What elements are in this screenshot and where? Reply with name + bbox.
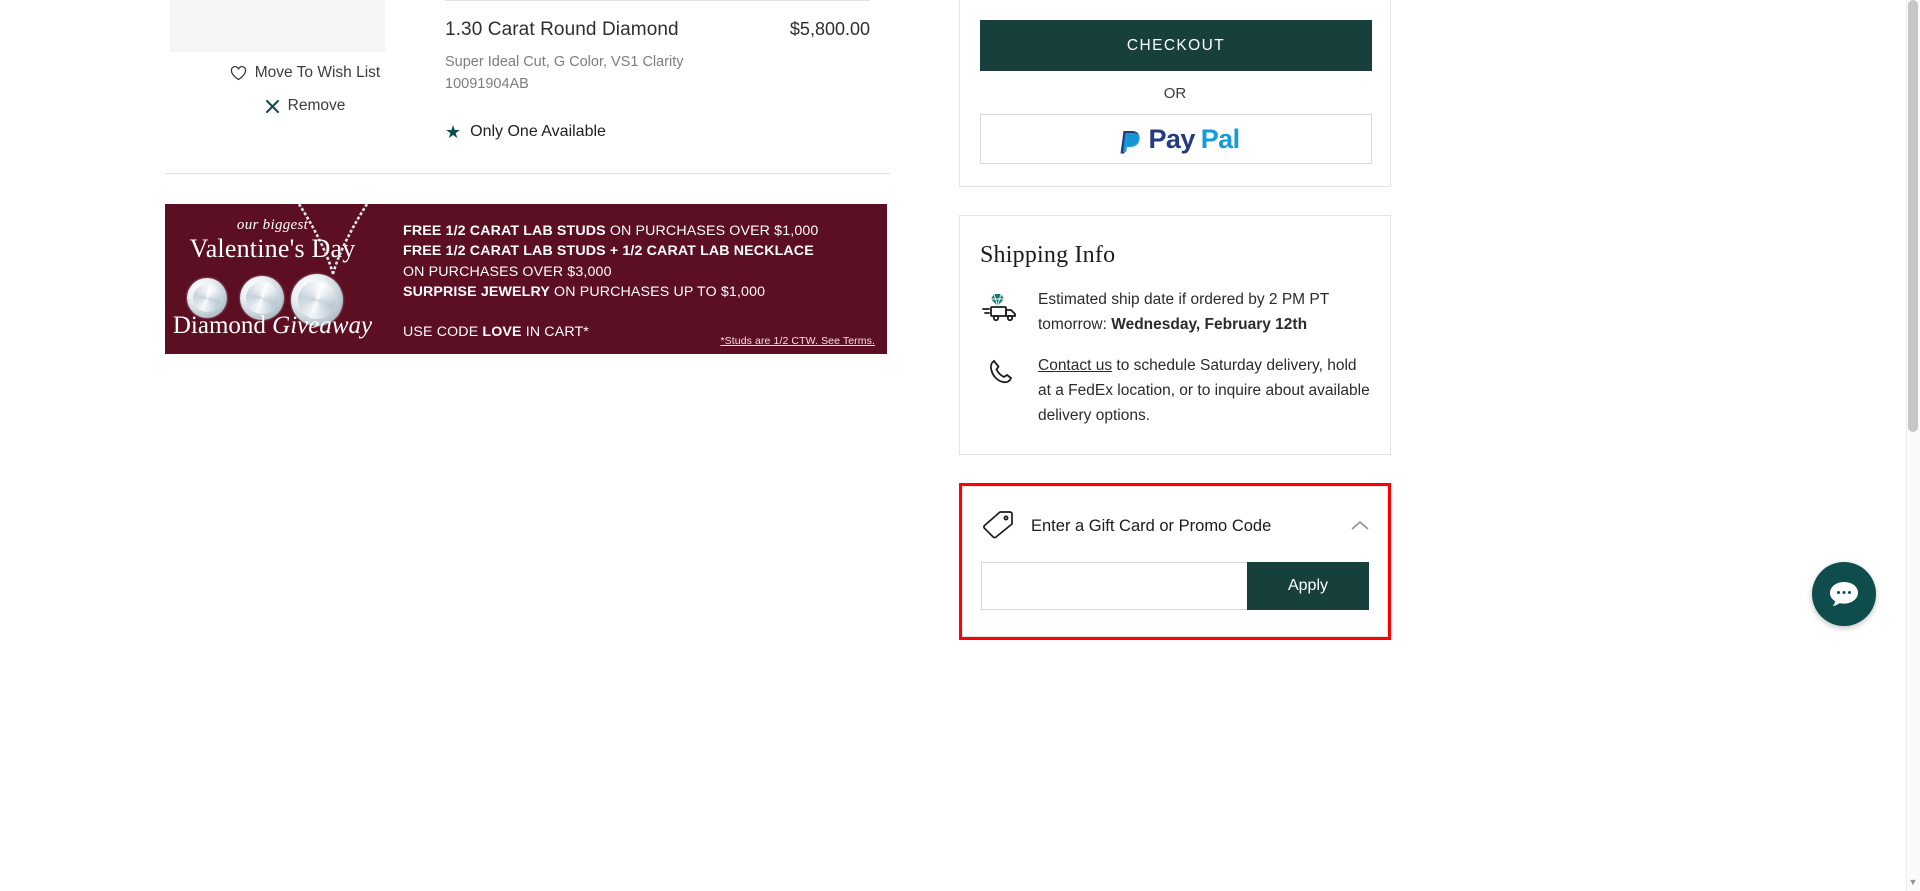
close-icon [265, 99, 280, 114]
banner-divider [165, 172, 890, 174]
paypal-button[interactable]: Pay Pal [980, 114, 1372, 164]
cart-item-media: Move To Wish List Remove [165, 0, 445, 141]
paypal-wordmark-pay: Pay [1148, 123, 1196, 154]
remove-item-label: Remove [287, 97, 346, 114]
banner-offer-line-1-rest: ON PURCHASES OVER $1,000 [605, 222, 819, 239]
remove-item-button[interactable]: Remove [165, 97, 445, 115]
chevron-up-icon[interactable] [1351, 518, 1369, 536]
item-title-row: 1.30 Carat Round Diamond $5,800.00 [445, 19, 870, 41]
total-row: Total $6,590.00 [980, 0, 1370, 4]
heart-icon [230, 65, 247, 81]
product-specs: Super Ideal Cut, G Color, VS1 Clarity [445, 54, 684, 70]
promo-code-title: Enter a Gift Card or Promo Code [1031, 517, 1272, 535]
promo-code-header[interactable]: Enter a Gift Card or Promo Code [963, 487, 1387, 562]
product-sku: 10091904AB [445, 76, 529, 93]
shipping-info-title: Shipping Info [980, 242, 1116, 268]
product-title[interactable]: 1.30 Carat Round Diamond [445, 19, 679, 41]
banner-subhead: Diamond Giveaway [173, 312, 372, 340]
product-price: $5,800.00 [789, 19, 870, 39]
banner-offer-line-2-bold: FREE 1/2 CARAT LAB STUDS + 1/2 CARAT LAB… [403, 243, 814, 260]
paypal-logo: Pay Pal [1113, 123, 1240, 156]
banner-code-prefix: USE CODE [403, 323, 483, 340]
move-to-wish-list-label: Move To Wish List [254, 64, 381, 81]
promo-code-highlight-box: Enter a Gift Card or Promo Code Apply [959, 483, 1391, 640]
banner-code-suffix: IN CART* [521, 323, 589, 340]
necklace-chain-icon [297, 203, 369, 275]
shipping-estimate-line-2-prefix: tomorrow: [1038, 316, 1112, 333]
scrollbar-thumb[interactable] [1908, 0, 1918, 432]
star-icon: ★ [445, 121, 462, 142]
cart-item: Move To Wish List Remove 1.30 Carat Roun… [165, 0, 890, 141]
banner-artwork: our biggest Valentine's Day Diamond Give… [165, 203, 380, 354]
availability-label: Only One Available [470, 122, 606, 140]
diamond-truck-icon [980, 287, 1022, 323]
paypal-icon [1120, 130, 1140, 153]
shipping-contact-text: Contact us to schedule Saturday delivery… [1038, 353, 1370, 428]
chat-widget-button[interactable] [1812, 562, 1876, 626]
or-separator-label: OR [1163, 85, 1187, 102]
promo-code-input[interactable] [981, 562, 1247, 610]
chat-bubble-icon [1830, 582, 1858, 607]
promo-code-body: Apply [963, 562, 1387, 636]
order-summary-column: Sales Tax Estimate i TBD Total $6,590.00… [959, 0, 1391, 640]
banner-code-value: LOVE [482, 323, 522, 340]
item-divider [445, 0, 870, 1]
cart-item-details: 1.30 Carat Round Diamond $5,800.00 Super… [445, 0, 890, 141]
banner-offer-text: FREE 1/2 CARAT LAB STUDS ON PURCHASES OV… [403, 221, 873, 340]
paypal-wordmark-pal: Pal [1200, 123, 1240, 154]
tag-icon [981, 509, 1015, 544]
banner-offer-line-1: FREE 1/2 CARAT LAB STUDS ON PURCHASES OV… [403, 221, 873, 242]
banner-offer-line-2: FREE 1/2 CARAT LAB STUDS + 1/2 CARAT LAB… [403, 241, 873, 262]
promo-code-card: Enter a Gift Card or Promo Code Apply [962, 486, 1388, 637]
availability-badge: ★ Only One Available [445, 123, 890, 141]
banner-offer-line-4-bold: SURPRISE JEWELRY [403, 284, 550, 301]
page-scrollbar[interactable]: ▲ ▼ [1906, 0, 1920, 891]
promo-banner-wrapper: our biggest Valentine's Day Diamond Give… [165, 172, 890, 354]
valentines-promo-banner[interactable]: our biggest Valentine's Day Diamond Give… [165, 203, 887, 354]
checkout-button[interactable]: CHECKOUT [980, 20, 1372, 71]
shipping-contact-row: Contact us to schedule Saturday delivery… [980, 353, 1370, 428]
shipping-estimate-text: Estimated ship date if ordered by 2 PM P… [1038, 287, 1329, 337]
scroll-down-arrow-icon[interactable]: ▼ [1908, 878, 1918, 887]
apply-promo-button[interactable]: Apply [1247, 562, 1369, 610]
product-thumbnail[interactable] [170, 0, 385, 52]
cart-page: Move To Wish List Remove 1.30 Carat Roun… [0, 0, 1920, 891]
shipping-estimate-line-1: Estimated ship date if ordered by 2 PM P… [1038, 291, 1330, 308]
shipping-estimate-row: Estimated ship date if ordered by 2 PM P… [980, 287, 1370, 337]
cart-items-column: Move To Wish List Remove 1.30 Carat Roun… [165, 0, 890, 354]
shipping-info-card: Shipping Info Estimated ship date if ord… [959, 215, 1391, 455]
banner-fine-print[interactable]: *Studs are 1/2 CTW. See Terms. [720, 335, 875, 347]
banner-subhead-italic: Giveaway [272, 311, 373, 339]
phone-icon [980, 353, 1022, 387]
banner-offer-line-3: ON PURCHASES OVER $3,000 [403, 263, 612, 280]
banner-subhead-regular: Diamond [172, 311, 273, 339]
banner-offer-line-1-bold: FREE 1/2 CARAT LAB STUDS [403, 222, 606, 239]
contact-us-link[interactable]: Contact us [1038, 357, 1112, 374]
move-to-wish-list-button[interactable]: Move To Wish List [165, 64, 445, 82]
order-summary-card: Sales Tax Estimate i TBD Total $6,590.00… [959, 0, 1391, 187]
banner-offer-line-4-rest: ON PURCHASES UP TO $1,000 [549, 284, 766, 301]
shipping-estimate-date: Wednesday, February 12th [1111, 316, 1308, 333]
banner-offer-line-4: SURPRISE JEWELRY ON PURCHASES UP TO $1,0… [403, 282, 873, 303]
